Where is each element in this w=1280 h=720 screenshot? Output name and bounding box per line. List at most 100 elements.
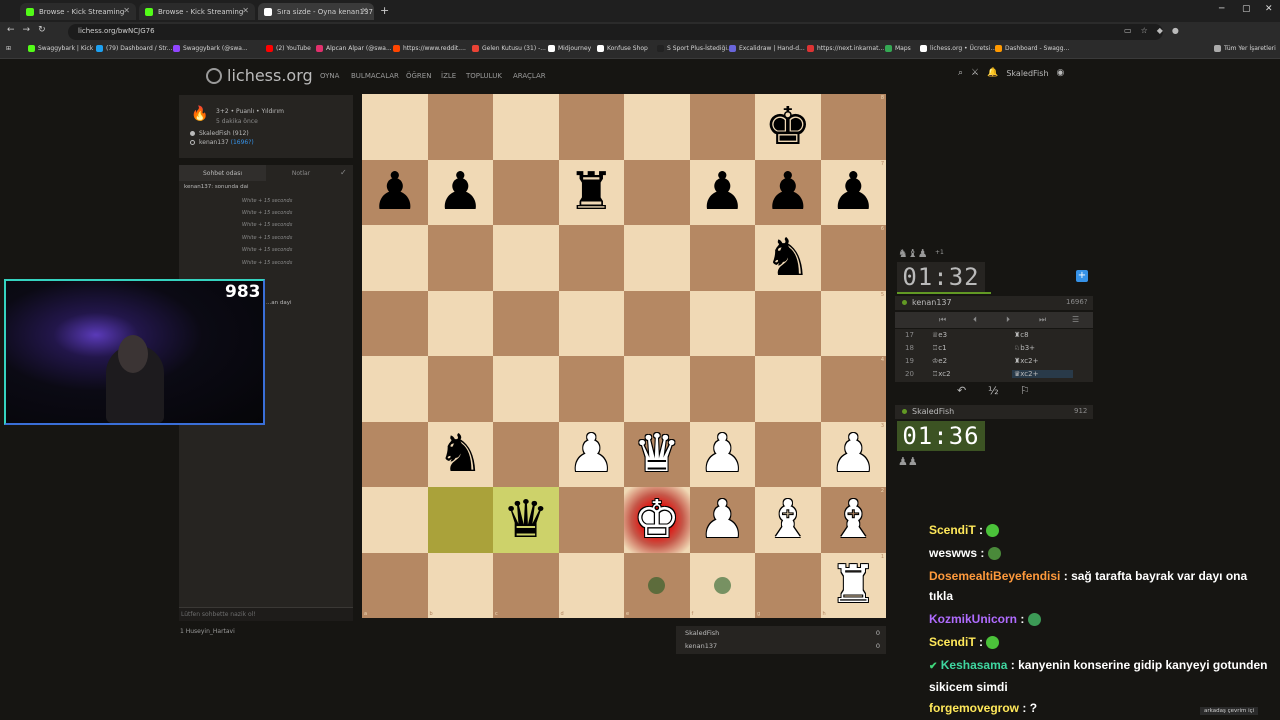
bookmark-item[interactable]: Excalidraw | Hand-d...: [729, 45, 805, 52]
minimize-icon[interactable]: ─: [1219, 4, 1224, 14]
square-g6[interactable]: ♞: [755, 225, 821, 291]
bookmark-item[interactable]: Dashboard - Swagg...: [995, 45, 1069, 52]
move-black-current[interactable]: ♛xc2+: [1012, 370, 1074, 378]
square-h6[interactable]: 6: [820, 225, 886, 291]
square-b3[interactable]: ♞: [427, 421, 493, 487]
new-tab-icon[interactable]: +: [380, 4, 389, 17]
move-black[interactable]: ♘b3+: [1014, 344, 1035, 352]
close-icon[interactable]: ✕: [242, 6, 249, 15]
friends-online[interactable]: arkadaş çevrim içi: [1200, 707, 1259, 715]
bookmark-item[interactable]: https://www.reddit....: [393, 45, 466, 52]
square-b4[interactable]: [427, 356, 493, 422]
reload-icon[interactable]: ↻: [38, 25, 54, 35]
first-move-icon[interactable]: ⏮: [939, 315, 946, 325]
bookmark-item[interactable]: Alpcan Alpar (@swa...: [316, 45, 392, 52]
square-h8[interactable]: 8: [820, 94, 886, 160]
square-d7[interactable]: ♜: [558, 159, 624, 225]
square-c3[interactable]: [493, 421, 559, 487]
square-e5[interactable]: [624, 290, 690, 356]
tab-chat-room[interactable]: Sohbet odası: [179, 165, 266, 181]
takeback-button[interactable]: ↶: [957, 384, 966, 397]
challenge-icon[interactable]: ⚔: [971, 68, 979, 78]
move-black[interactable]: ♜c8: [1014, 331, 1029, 339]
square-d3[interactable]: ♟: [558, 421, 624, 487]
move-white[interactable]: ♕e3: [932, 331, 947, 339]
extension-icons[interactable]: ▭☆◆●: [1124, 26, 1188, 35]
square-f5[interactable]: [689, 290, 755, 356]
nav-learn[interactable]: ÖĞREN: [406, 72, 431, 80]
square-a5[interactable]: [362, 290, 428, 356]
all-bookmarks[interactable]: Tüm Yer İşaretleri: [1214, 45, 1276, 52]
square-e6[interactable]: [624, 225, 690, 291]
bookmark-item[interactable]: lichess.org • Ücretsi...: [920, 45, 996, 52]
bookmark-item[interactable]: Midjourney: [548, 45, 591, 52]
white-pawn-piece[interactable]: ♟: [699, 494, 746, 546]
browser-tab[interactable]: Browse - Kick Streaming ✕: [139, 3, 255, 20]
tab-notes[interactable]: Notlar: [266, 165, 336, 181]
nav-community[interactable]: TOPLULUK: [466, 72, 502, 80]
nav-watch[interactable]: İZLE: [441, 72, 456, 80]
square-c7[interactable]: [493, 159, 559, 225]
square-d4[interactable]: [558, 356, 624, 422]
square-c4[interactable]: [493, 356, 559, 422]
chess-board[interactable]: ♚ 8 ♟ ♟ ♜ ♟ ♟ ♟ 7 ♞ 6 5 4 ♞ ♟ ♛ ♟ ♟ 3 ♛ ♚ ♟ ♝ ♝ 2 a b c d e f g ♜ h 1: [362, 94, 886, 618]
user-menu[interactable]: SkaledFish: [1006, 69, 1048, 78]
nav-tools[interactable]: ARAÇLAR: [513, 72, 546, 80]
square-d5[interactable]: [558, 290, 624, 356]
chat-input[interactable]: Lütfen sohbette nazik ol!: [179, 607, 353, 621]
square-a1[interactable]: a: [362, 552, 428, 618]
square-f4[interactable]: [689, 356, 755, 422]
white-rook-piece[interactable]: ♜: [830, 559, 877, 611]
square-f7[interactable]: ♟: [689, 159, 755, 225]
bookmark-item[interactable]: (2) YouTube: [266, 45, 311, 52]
square-a3[interactable]: [362, 421, 428, 487]
move-white[interactable]: ♖xc2: [932, 370, 951, 378]
square-b1[interactable]: b: [427, 552, 493, 618]
black-pawn-piece[interactable]: ♟: [437, 166, 484, 218]
bookmark-item[interactable]: S Sport Plus-İstediği...: [657, 45, 733, 52]
bookmark-item[interactable]: Maps: [885, 45, 911, 52]
square-b5[interactable]: [427, 290, 493, 356]
prev-move-icon[interactable]: ⏴: [973, 315, 977, 325]
square-h7[interactable]: ♟ 7: [820, 159, 886, 225]
square-f1[interactable]: f: [689, 552, 755, 618]
square-b6[interactable]: [427, 225, 493, 291]
browser-tab[interactable]: Browse - Kick Streaming ✕: [20, 3, 136, 20]
white-pawn-piece[interactable]: ♟: [699, 428, 746, 480]
square-h4[interactable]: 4: [820, 356, 886, 422]
square-c1[interactable]: c: [493, 552, 559, 618]
chat-toggle-icon[interactable]: ✓: [340, 168, 347, 177]
move-hint-dot[interactable]: [713, 576, 731, 594]
square-e8[interactable]: [624, 94, 690, 160]
bookmark-item[interactable]: Gelen Kutusu (31) -...: [472, 45, 546, 52]
square-c8[interactable]: [493, 94, 559, 160]
move-white[interactable]: ♔e2: [932, 357, 947, 365]
square-a2[interactable]: [362, 487, 428, 553]
bookmark-item[interactable]: https://next.inkarnat...: [807, 45, 884, 52]
black-pawn-piece[interactable]: ♟: [764, 166, 811, 218]
square-g3[interactable]: [755, 421, 821, 487]
square-d2[interactable]: [558, 487, 624, 553]
opponent-name[interactable]: kenan137: [912, 298, 952, 307]
square-c2[interactable]: ♛: [493, 487, 559, 553]
apps-icon[interactable]: ⊞: [6, 45, 11, 52]
square-g5[interactable]: [755, 290, 821, 356]
square-c6[interactable]: [493, 225, 559, 291]
white-bishop-piece[interactable]: ♝: [764, 494, 811, 546]
offer-draw-button[interactable]: ½: [988, 384, 999, 397]
next-move-icon[interactable]: ⏵: [1006, 315, 1010, 325]
star-icon[interactable]: ☆: [1141, 26, 1157, 35]
square-f3[interactable]: ♟: [689, 421, 755, 487]
bookmark-item[interactable]: Konfuse Shop: [597, 45, 648, 52]
square-b7[interactable]: ♟: [427, 159, 493, 225]
white-pawn-piece[interactable]: ♟: [830, 428, 877, 480]
black-pawn-piece[interactable]: ♟: [371, 166, 418, 218]
square-f6[interactable]: [689, 225, 755, 291]
maximize-icon[interactable]: ▢: [1242, 4, 1251, 14]
profile-icon[interactable]: ●: [1172, 26, 1188, 35]
square-f8[interactable]: [689, 94, 755, 160]
white-king-piece[interactable]: ♚: [633, 494, 680, 546]
square-g4[interactable]: [755, 356, 821, 422]
square-d1[interactable]: d: [558, 552, 624, 618]
forward-icon[interactable]: →: [23, 25, 39, 35]
